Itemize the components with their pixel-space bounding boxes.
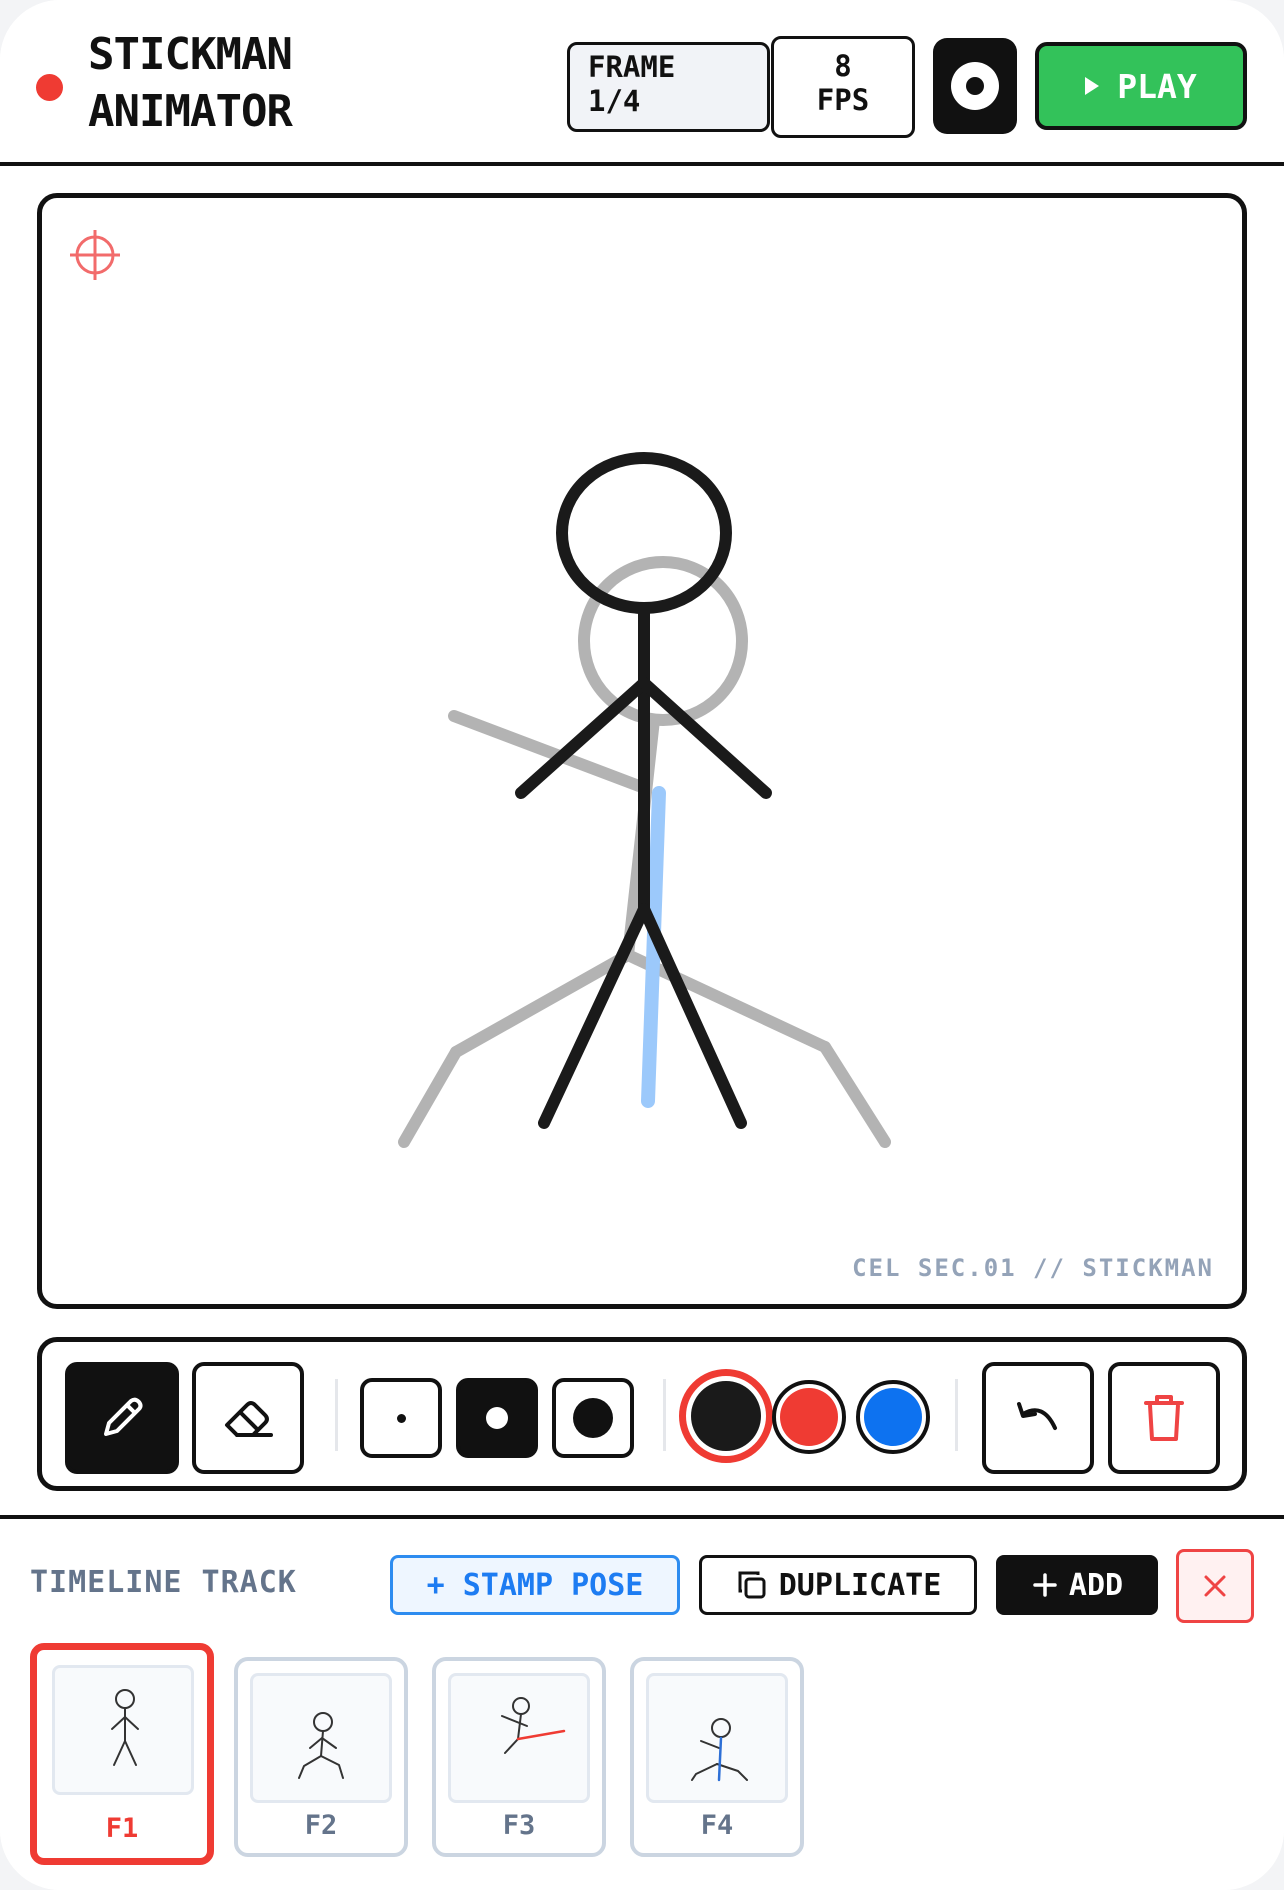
frame-thumbnail: [52, 1665, 194, 1795]
play-button[interactable]: PLAY: [1035, 42, 1247, 130]
stickman-thumbnail: [298, 1712, 344, 1779]
undo-button[interactable]: [982, 1362, 1094, 1474]
brush-size-large-dot: [573, 1398, 613, 1438]
record-indicator-dot: [36, 74, 63, 101]
duplicate-frame-button[interactable]: DUPLICATE: [699, 1555, 977, 1615]
frame-thumbnail: [250, 1673, 392, 1803]
drawing-toolbar: [37, 1337, 1247, 1491]
stamp-pose-button[interactable]: + STAMP POSE: [390, 1555, 680, 1615]
frame-thumbnail: [448, 1673, 590, 1803]
close-icon: [1204, 1575, 1226, 1597]
plus-icon: [1033, 1573, 1057, 1597]
fps-selector[interactable]: 8 FPS: [771, 36, 915, 138]
eraser-icon: [225, 1401, 273, 1437]
brush-size-medium-button[interactable]: [456, 1378, 538, 1458]
stickman-thumbnail: [111, 1689, 139, 1766]
toolbar-divider: [955, 1379, 958, 1451]
app-window: STICKMAN ANIMATOR FRAME 1/4 8 FPS PLAY C…: [0, 0, 1284, 1890]
brush-size-small-button[interactable]: [360, 1378, 442, 1458]
frame-label: F3: [502, 1810, 536, 1841]
timeline-frame-card[interactable]: F4: [630, 1657, 804, 1857]
color-swatch-black[interactable]: [679, 1369, 773, 1463]
toolbar-divider: [663, 1379, 666, 1451]
add-label: ADD: [1068, 1567, 1124, 1603]
timeline-frame-card[interactable]: F1: [30, 1643, 214, 1865]
add-frame-button[interactable]: ADD: [996, 1555, 1158, 1615]
current-stickman: [515, 452, 772, 1129]
app-title: STICKMAN ANIMATOR: [88, 29, 293, 137]
frame-thumbnail: [646, 1673, 788, 1803]
onion-skin-toggle-icon: [951, 62, 999, 110]
toolbar-divider: [335, 1379, 338, 1451]
duplicate-icon: [738, 1571, 766, 1599]
frame-label: F4: [700, 1810, 734, 1841]
play-button-label: PLAY: [1117, 66, 1197, 106]
eraser-tool-button[interactable]: [192, 1362, 304, 1474]
stickman-thumbnail: [691, 1718, 748, 1782]
canvas-drawing-layer[interactable]: [42, 198, 1242, 1304]
stickman-thumbnail: [501, 1697, 566, 1754]
onion-skin-toggle-button[interactable]: [933, 38, 1017, 134]
brush-size-large-button[interactable]: [552, 1378, 634, 1458]
brush-size-medium-dot: [486, 1407, 508, 1429]
trash-icon: [1144, 1395, 1184, 1441]
timeline-frame-card[interactable]: F3: [432, 1657, 606, 1857]
frame-label: F1: [105, 1813, 139, 1844]
color-swatch-red[interactable]: [772, 1380, 846, 1454]
brush-size-small-dot: [396, 1413, 406, 1423]
undo-icon: [1017, 1402, 1057, 1430]
timeline-frame-card[interactable]: F2: [234, 1657, 408, 1857]
delete-frame-button[interactable]: [1176, 1549, 1254, 1623]
frame-label: F2: [304, 1810, 338, 1841]
timeline-title: TIMELINE TRACK: [30, 1565, 297, 1600]
canvas-corner-label: CEL SEC.01 // STICKMAN: [852, 1254, 1214, 1282]
timeline-panel: TIMELINE TRACK + STAMP POSE DUPLICATE AD…: [0, 1515, 1284, 1890]
pencil-icon: [104, 1397, 143, 1436]
frame-counter: FRAME 1/4: [567, 42, 770, 132]
app-header: STICKMAN ANIMATOR FRAME 1/4 8 FPS PLAY: [0, 0, 1284, 166]
drawing-canvas[interactable]: CEL SEC.01 // STICKMAN: [37, 193, 1247, 1309]
duplicate-label: DUPLICATE: [778, 1567, 942, 1603]
play-icon: [1085, 77, 1100, 95]
pencil-tool-button[interactable]: [65, 1362, 179, 1474]
color-swatch-blue[interactable]: [856, 1380, 930, 1454]
clear-canvas-button[interactable]: [1108, 1362, 1220, 1474]
crosshair-icon: [70, 230, 120, 280]
